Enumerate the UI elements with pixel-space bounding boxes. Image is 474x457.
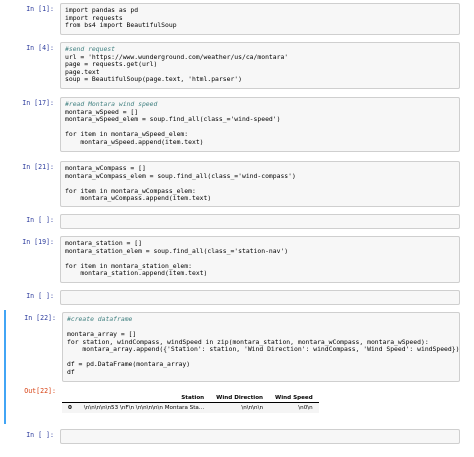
table-cell: \n\n\n\n\n53 \nF\n \n\n\n\n\n Montara St… [77,402,211,413]
row-index: 0 [62,402,78,413]
code-line: montara_wCompass.append(item.text) [65,194,212,202]
code-cell-4[interactable]: In [21]: montara_wCompass = [] montara_w… [4,160,466,208]
code-line: from bs4 import BeautifulSoup [65,21,177,29]
code-cell-2[interactable]: In [4]: #send request url = 'https://www… [4,42,466,92]
code-line: montara_station.append(item.text) [65,269,208,277]
table-header-row: Station Wind Direction Wind Speed [62,394,319,403]
code-line: montara_station_elem = soup.find_all(cla… [65,246,289,255]
code-editor[interactable]: #read Montara wind speed montara_wSpeed … [60,97,460,152]
code-cell-3[interactable]: In [17]: #read Montara wind speed montar… [4,96,466,154]
code-cell-1[interactable]: In [1]: import pandas as pd import reque… [4,2,466,36]
code-cell-8-selected[interactable]: In [22]: #create dataframe montara_array… [4,310,466,424]
cell-prompt: In [ ]: [26,292,54,300]
code-line: page = requests.get(url) [65,60,158,68]
code-cell-9[interactable]: In [ ]: [4,428,466,446]
code-line: import pandas as pd [65,6,139,14]
code-line: df = pd.DataFrame(montara_array) [67,360,191,368]
code-line: montara_wSpeed.append(item.text) [65,137,204,146]
output-area: Station Wind Direction Wind Speed 0 \n\n… [62,394,460,413]
code-editor[interactable]: #create dataframe montara_array = [] for… [62,312,460,382]
column-header: Wind Speed [275,395,313,401]
code-editor[interactable]: montara_station = [] montara_station_ele… [60,236,460,283]
index-header [62,394,78,403]
code-cell-7[interactable]: In [ ]: [4,289,466,307]
table-cell: \n\n\n\n [210,402,270,413]
code-line: df [67,367,75,376]
code-editor[interactable]: #send request url = 'https://www.wunderg… [60,42,460,89]
code-line: #create dataframe [67,315,133,323]
column-header: Wind Direction [216,395,264,401]
code-cell-5[interactable]: In [ ]: [4,213,466,231]
code-editor[interactable]: montara_wCompass = [] montara_wCompass_e… [60,161,460,207]
code-cell-6[interactable]: In [19]: montara_station = [] montara_st… [4,235,466,285]
code-line: montara_wCompass_elem = soup.find_all(cl… [65,171,296,180]
dataframe-table: Station Wind Direction Wind Speed 0 \n\n… [62,394,319,413]
code-line: soup = BeautifulSoup(page.text, 'html.pa… [65,75,242,83]
cell-prompt: In [4]: [26,44,54,52]
cell-prompt: In [ ]: [26,431,54,439]
cell-prompt: In [17]: [22,99,54,107]
code-editor[interactable] [60,214,460,229]
code-line: montara_wSpeed_elem = soup.find_all(clas… [65,115,281,123]
cell-prompt: In [21]: [22,163,54,171]
cell-prompt: In [1]: [26,5,54,13]
code-line: montara_array.append({'Station': station… [67,345,460,353]
table-cell: \n0\n [269,402,319,413]
column-header: Station [181,395,205,401]
cell-prompt: In [ ]: [26,216,54,224]
output-prompt: Out[22]: [24,387,56,395]
code-editor[interactable] [60,290,460,305]
code-editor[interactable]: import pandas as pd import requests from… [60,3,460,35]
cell-prompt: In [22]: [24,314,56,322]
cell-prompt: In [19]: [22,238,54,246]
table-row: 0 \n\n\n\n\n53 \nF\n \n\n\n\n\n Montara … [62,402,319,413]
code-editor[interactable] [60,429,460,444]
